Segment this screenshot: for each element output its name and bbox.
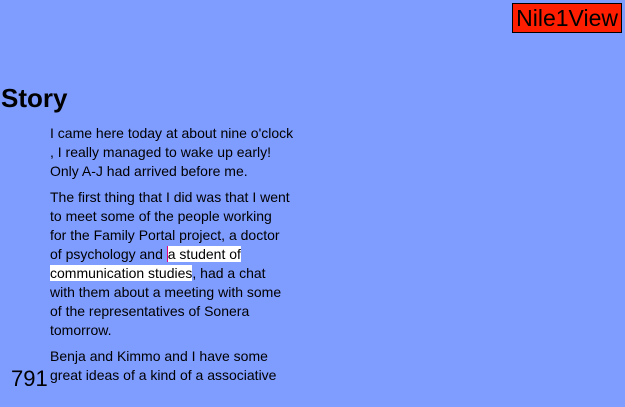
story-paragraph-2: The first thing that I did was that I we… — [50, 188, 305, 340]
page-number: 791 — [11, 366, 48, 391]
story-line: communication studies, had a chat — [50, 264, 305, 283]
story-line: The first thing that I did was that I we… — [50, 189, 290, 205]
story-line: for the Family Portal project, a doctor — [50, 227, 280, 243]
story-text-area[interactable]: I came here today at about nine o'clock … — [50, 124, 305, 392]
story-line: I came here today at about nine o'clock — [50, 125, 294, 141]
selected-text-part-2[interactable]: communication studies — [50, 265, 193, 281]
text-after-selection: , had a chat — [192, 265, 266, 281]
story-line: Benja and Kimmo and I have some — [50, 348, 268, 364]
story-line: tomorrow. — [50, 322, 112, 338]
selected-text-part-1[interactable]: a student of — [167, 246, 241, 262]
story-line: of the representatives of Sonera — [50, 303, 250, 319]
story-line: of psychology and a student of — [50, 245, 305, 264]
story-line: with them about a meeting with some — [50, 284, 282, 300]
story-line: , I really managed to wake up early! — [50, 144, 272, 160]
story-line: Only A-J had arrived before me. — [50, 163, 248, 179]
story-line: great ideas of a kind of a associative — [50, 367, 277, 383]
brand-logo[interactable]: Nile1View — [512, 3, 622, 33]
story-line: to meet some of the people working — [50, 208, 272, 224]
page-title: Story — [1, 83, 68, 113]
story-paragraph-3: Benja and Kimmo and I have some great id… — [50, 347, 305, 385]
story-paragraph-1: I came here today at about nine o'clock … — [50, 124, 305, 181]
text-before-selection: of psychology and — [50, 246, 167, 262]
